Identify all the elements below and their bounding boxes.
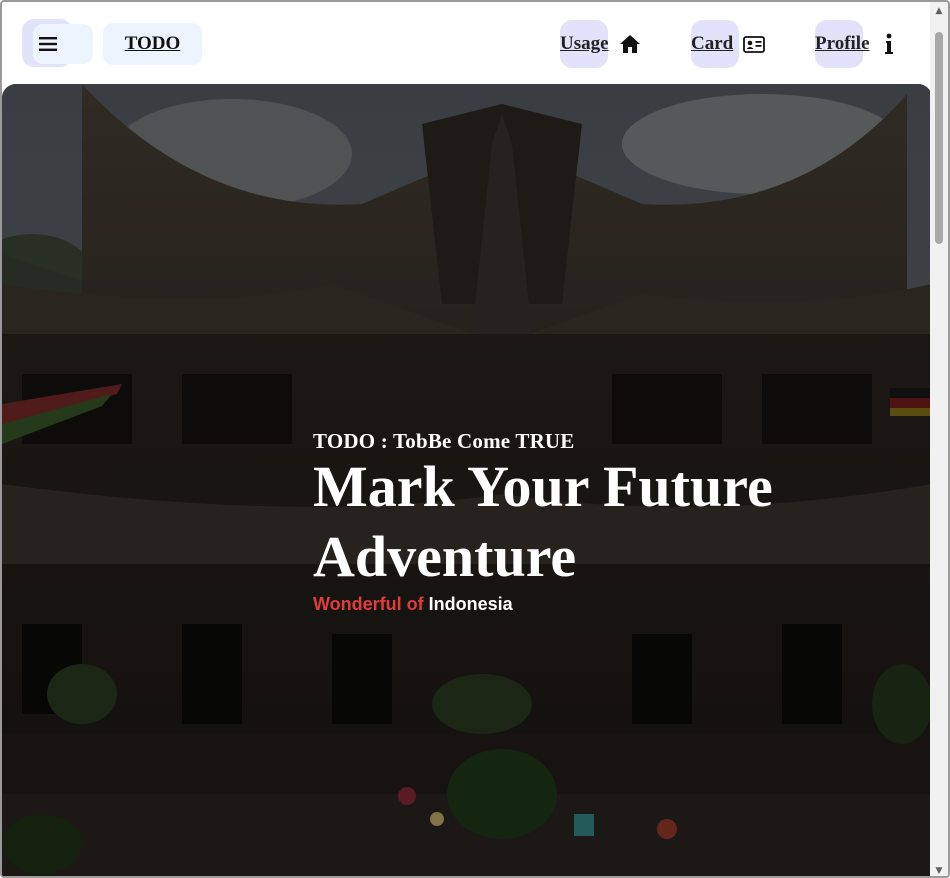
scroll-down-arrow-icon[interactable]: ▼	[930, 862, 948, 876]
hamburger-icon	[39, 37, 57, 51]
scroll-up-arrow-icon[interactable]: ▲	[930, 2, 948, 20]
nav-profile[interactable]: Profile	[815, 20, 894, 68]
id-card-icon	[743, 35, 766, 53]
hero-kicker: TODO : TobBe Come TRUE	[313, 429, 575, 453]
top-navbar: TODO Usage Card Profile	[2, 2, 932, 84]
menu-toggle-button[interactable]	[33, 24, 93, 64]
hero-tagline-white: Indonesia	[428, 594, 513, 614]
nav-usage[interactable]: Usage	[560, 20, 641, 68]
nav-profile-label: Profile	[815, 33, 870, 54]
nav-card-label: Card	[691, 33, 734, 54]
nav-card[interactable]: Card	[691, 20, 766, 68]
brand-link[interactable]: TODO	[103, 23, 202, 65]
home-icon	[619, 34, 641, 54]
hero-tagline-red: Wonderful of	[313, 594, 424, 614]
hero-tagline: Wonderful of Indonesia	[313, 594, 873, 615]
nav-usage-label: Usage	[560, 33, 609, 54]
browser-viewport: TODO Usage Card Profile TODO: TobBe Com…	[0, 0, 950, 878]
info-icon	[884, 33, 894, 55]
vertical-scrollbar[interactable]: ▲ ▼	[930, 2, 948, 876]
hero-banner: TODO : TobBe Come TRUE Mark Your Future …	[2, 84, 932, 876]
hero-headline: Mark Your Future Adventure	[313, 452, 873, 592]
hero-headline-line2: Adventure	[313, 524, 577, 589]
scrollbar-thumb[interactable]	[935, 32, 943, 244]
hero-text-block: TODO : TobBe Come TRUE Mark Your Future …	[313, 429, 873, 615]
hero-headline-line1: Mark Your Future	[313, 454, 773, 519]
